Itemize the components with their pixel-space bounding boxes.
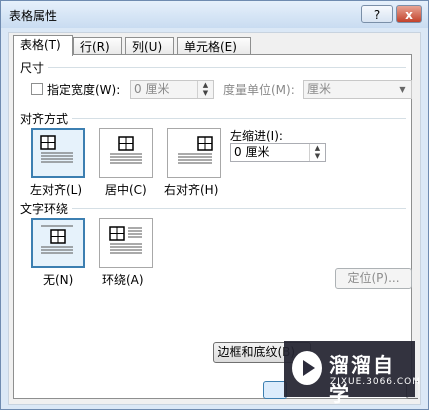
align-center-icon bbox=[110, 136, 142, 164]
specify-width-label: 指定宽度(W): bbox=[47, 83, 121, 97]
spin-up-icon[interactable]: ▲ bbox=[310, 144, 325, 152]
table-properties-dialog: 表格属性 ? x 表格(T) 行(R) 列(U) 单元格(E) 尺寸 指定宽度(… bbox=[0, 0, 429, 410]
title-bar: 表格属性 ? x bbox=[1, 1, 428, 28]
spin-down-icon[interactable]: ▼ bbox=[310, 152, 325, 160]
align-right-label: 右对齐(H) bbox=[164, 183, 219, 197]
left-indent-spinner[interactable]: ▲ ▼ bbox=[309, 144, 325, 161]
left-indent-label: 左缩进(I): bbox=[230, 129, 283, 143]
unit-label: 度量单位(M): bbox=[223, 83, 295, 97]
left-indent-value: 0 厘米 bbox=[234, 145, 270, 159]
tab-column[interactable]: 列(U) bbox=[125, 37, 174, 55]
left-indent-input[interactable]: 0 厘米 ▲ ▼ bbox=[230, 143, 326, 162]
specify-width-checkbox[interactable] bbox=[31, 83, 43, 95]
align-left-label: 左对齐(L) bbox=[30, 183, 83, 197]
tab-cell[interactable]: 单元格(E) bbox=[177, 37, 251, 55]
wrapping-heading: 文字环绕 bbox=[20, 202, 69, 216]
position-button[interactable]: 定位(P)... bbox=[335, 268, 412, 289]
wrap-around-label: 环绕(A) bbox=[102, 273, 144, 287]
chevron-down-icon[interactable]: ▼ bbox=[395, 82, 410, 97]
wrap-around-option[interactable] bbox=[99, 218, 153, 268]
alignment-divider bbox=[72, 118, 406, 119]
play-triangle-icon bbox=[303, 360, 315, 376]
align-right-icon bbox=[178, 136, 213, 164]
wrap-none-label: 无(N) bbox=[43, 273, 74, 287]
align-left-option[interactable] bbox=[31, 128, 85, 178]
unit-value: 厘米 bbox=[307, 82, 332, 96]
align-center-label: 居中(C) bbox=[105, 183, 147, 197]
align-left-icon bbox=[40, 135, 73, 163]
help-button[interactable]: ? bbox=[361, 5, 393, 23]
spin-up-icon[interactable]: ▲ bbox=[198, 81, 213, 89]
align-right-option[interactable] bbox=[167, 128, 221, 178]
watermark-overlay: 溜溜自学 ZIXUE.3066.COM bbox=[284, 341, 420, 406]
width-input[interactable]: 0 厘米 ▲ ▼ bbox=[130, 80, 214, 99]
wrap-none-icon bbox=[41, 225, 73, 254]
spin-down-icon[interactable]: ▼ bbox=[198, 89, 213, 97]
alignment-heading: 对齐方式 bbox=[20, 112, 69, 126]
wrap-none-option[interactable] bbox=[31, 218, 85, 268]
dialog-title: 表格属性 bbox=[9, 9, 58, 23]
size-heading: 尺寸 bbox=[20, 61, 45, 75]
width-spinner[interactable]: ▲ ▼ bbox=[197, 81, 213, 98]
width-value: 0 厘米 bbox=[134, 82, 170, 96]
close-button[interactable]: x bbox=[396, 5, 422, 23]
tab-row[interactable]: 行(R) bbox=[73, 37, 122, 55]
wrapping-divider bbox=[72, 208, 406, 209]
wrap-around-icon bbox=[109, 226, 142, 254]
unit-select[interactable]: 厘米 ▼ bbox=[303, 80, 412, 99]
align-center-option[interactable] bbox=[99, 128, 153, 178]
watermark-url: ZIXUE.3066.COM bbox=[330, 377, 422, 387]
tab-table[interactable]: 表格(T) bbox=[13, 35, 73, 56]
size-divider bbox=[48, 67, 406, 68]
